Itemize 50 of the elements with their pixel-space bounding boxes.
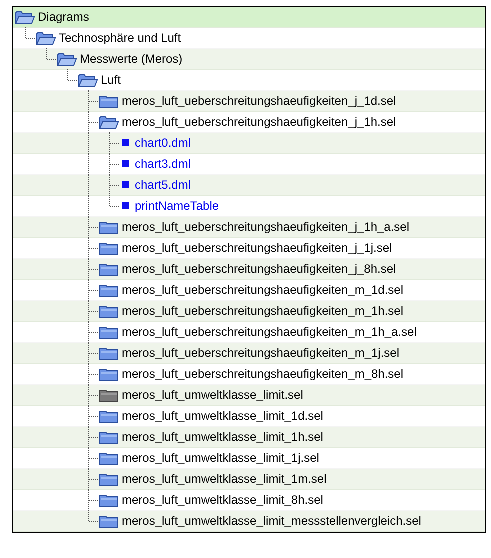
folder-icon — [99, 450, 119, 466]
tree-item[interactable]: meros_luft_umweltklasse_limit_1h.sel — [13, 427, 485, 448]
tree-item[interactable]: chart3.dml — [13, 154, 485, 175]
tree-item[interactable]: meros_luft_umweltklasse_limit_messstellenvergleich.sel — [13, 511, 485, 532]
tree-item[interactable]: chart5.dml — [13, 175, 485, 196]
tree-item[interactable]: meros_luft_ueberschreitungshaeufigkeiten_j_1h_a.sel — [13, 217, 485, 238]
tree-item[interactable]: meros_luft_ueberschreitungshaeufigkeiten_m_1h.sel — [13, 301, 485, 322]
square-bullet-icon — [122, 202, 130, 210]
tree-item[interactable]: meros_luft_ueberschreitungshaeufigkeiten_j_1d.sel — [13, 91, 485, 112]
folder-icon — [99, 472, 119, 486]
tree-item[interactable]: meros_luft_ueberschreitungshaeufigkeiten_m_8h.sel — [13, 364, 485, 385]
folder-icon — [99, 388, 119, 402]
folder-icon — [99, 240, 119, 256]
open-folder-icon — [36, 30, 56, 46]
folder-icon — [99, 514, 119, 528]
tree-item[interactable]: meros_luft_umweltklasse_limit_8h.sel — [13, 490, 485, 511]
folder-icon — [99, 430, 119, 444]
folder-icon — [99, 408, 119, 424]
square-bullet-icon — [122, 181, 130, 189]
tree-item[interactable]: meros_luft_ueberschreitungshaeufigkeiten_j_8h.sel — [13, 259, 485, 280]
open-folder-icon — [99, 114, 119, 130]
folder-icon — [99, 94, 119, 108]
folder-icon — [99, 324, 119, 340]
open-folder-icon — [15, 10, 35, 24]
square-bullet-icon — [122, 139, 130, 147]
tree-item[interactable]: meros_luft_ueberschreitungshaeufigkeiten_m_1j.sel — [13, 343, 485, 364]
square-bullet-icon — [122, 160, 130, 168]
tree-item[interactable]: meros_luft_ueberschreitungshaeufigkeiten_j_1h.sel — [13, 112, 485, 133]
tree-item[interactable]: Diagrams — [13, 7, 485, 28]
tree-item[interactable]: meros_luft_ueberschreitungshaeufigkeiten_m_1d.sel — [13, 280, 485, 301]
folder-icon — [99, 492, 119, 508]
tree-item[interactable]: meros_luft_umweltklasse_limit_1m.sel — [13, 469, 485, 490]
tree-item[interactable]: meros_luft_umweltklasse_limit_1j.sel — [13, 448, 485, 469]
open-folder-icon — [78, 72, 98, 88]
open-folder-icon — [57, 52, 77, 66]
folder-icon — [99, 346, 119, 360]
tree-item[interactable]: printNameTable — [13, 196, 485, 217]
tree-item[interactable]: Messwerte (Meros) — [13, 49, 485, 70]
tree-item[interactable]: meros_luft_ueberschreitungshaeufigkeiten_j_1j.sel — [13, 238, 485, 259]
tree-item[interactable]: meros_luft_ueberschreitungshaeufigkeiten_m_1h_a.sel — [13, 322, 485, 343]
folder-icon — [99, 220, 119, 234]
tree-item[interactable]: meros_luft_umweltklasse_limit.sel — [13, 385, 485, 406]
folder-icon — [99, 366, 119, 382]
tree-item[interactable]: Luft — [13, 70, 485, 91]
folder-icon — [99, 282, 119, 298]
tree-item[interactable]: chart0.dml — [13, 133, 485, 154]
tree-item[interactable]: meros_luft_umweltklasse_limit_1d.sel — [13, 406, 485, 427]
tree-item[interactable]: Technosphäre und Luft — [13, 28, 485, 49]
folder-icon — [99, 304, 119, 318]
folder-icon — [99, 262, 119, 276]
